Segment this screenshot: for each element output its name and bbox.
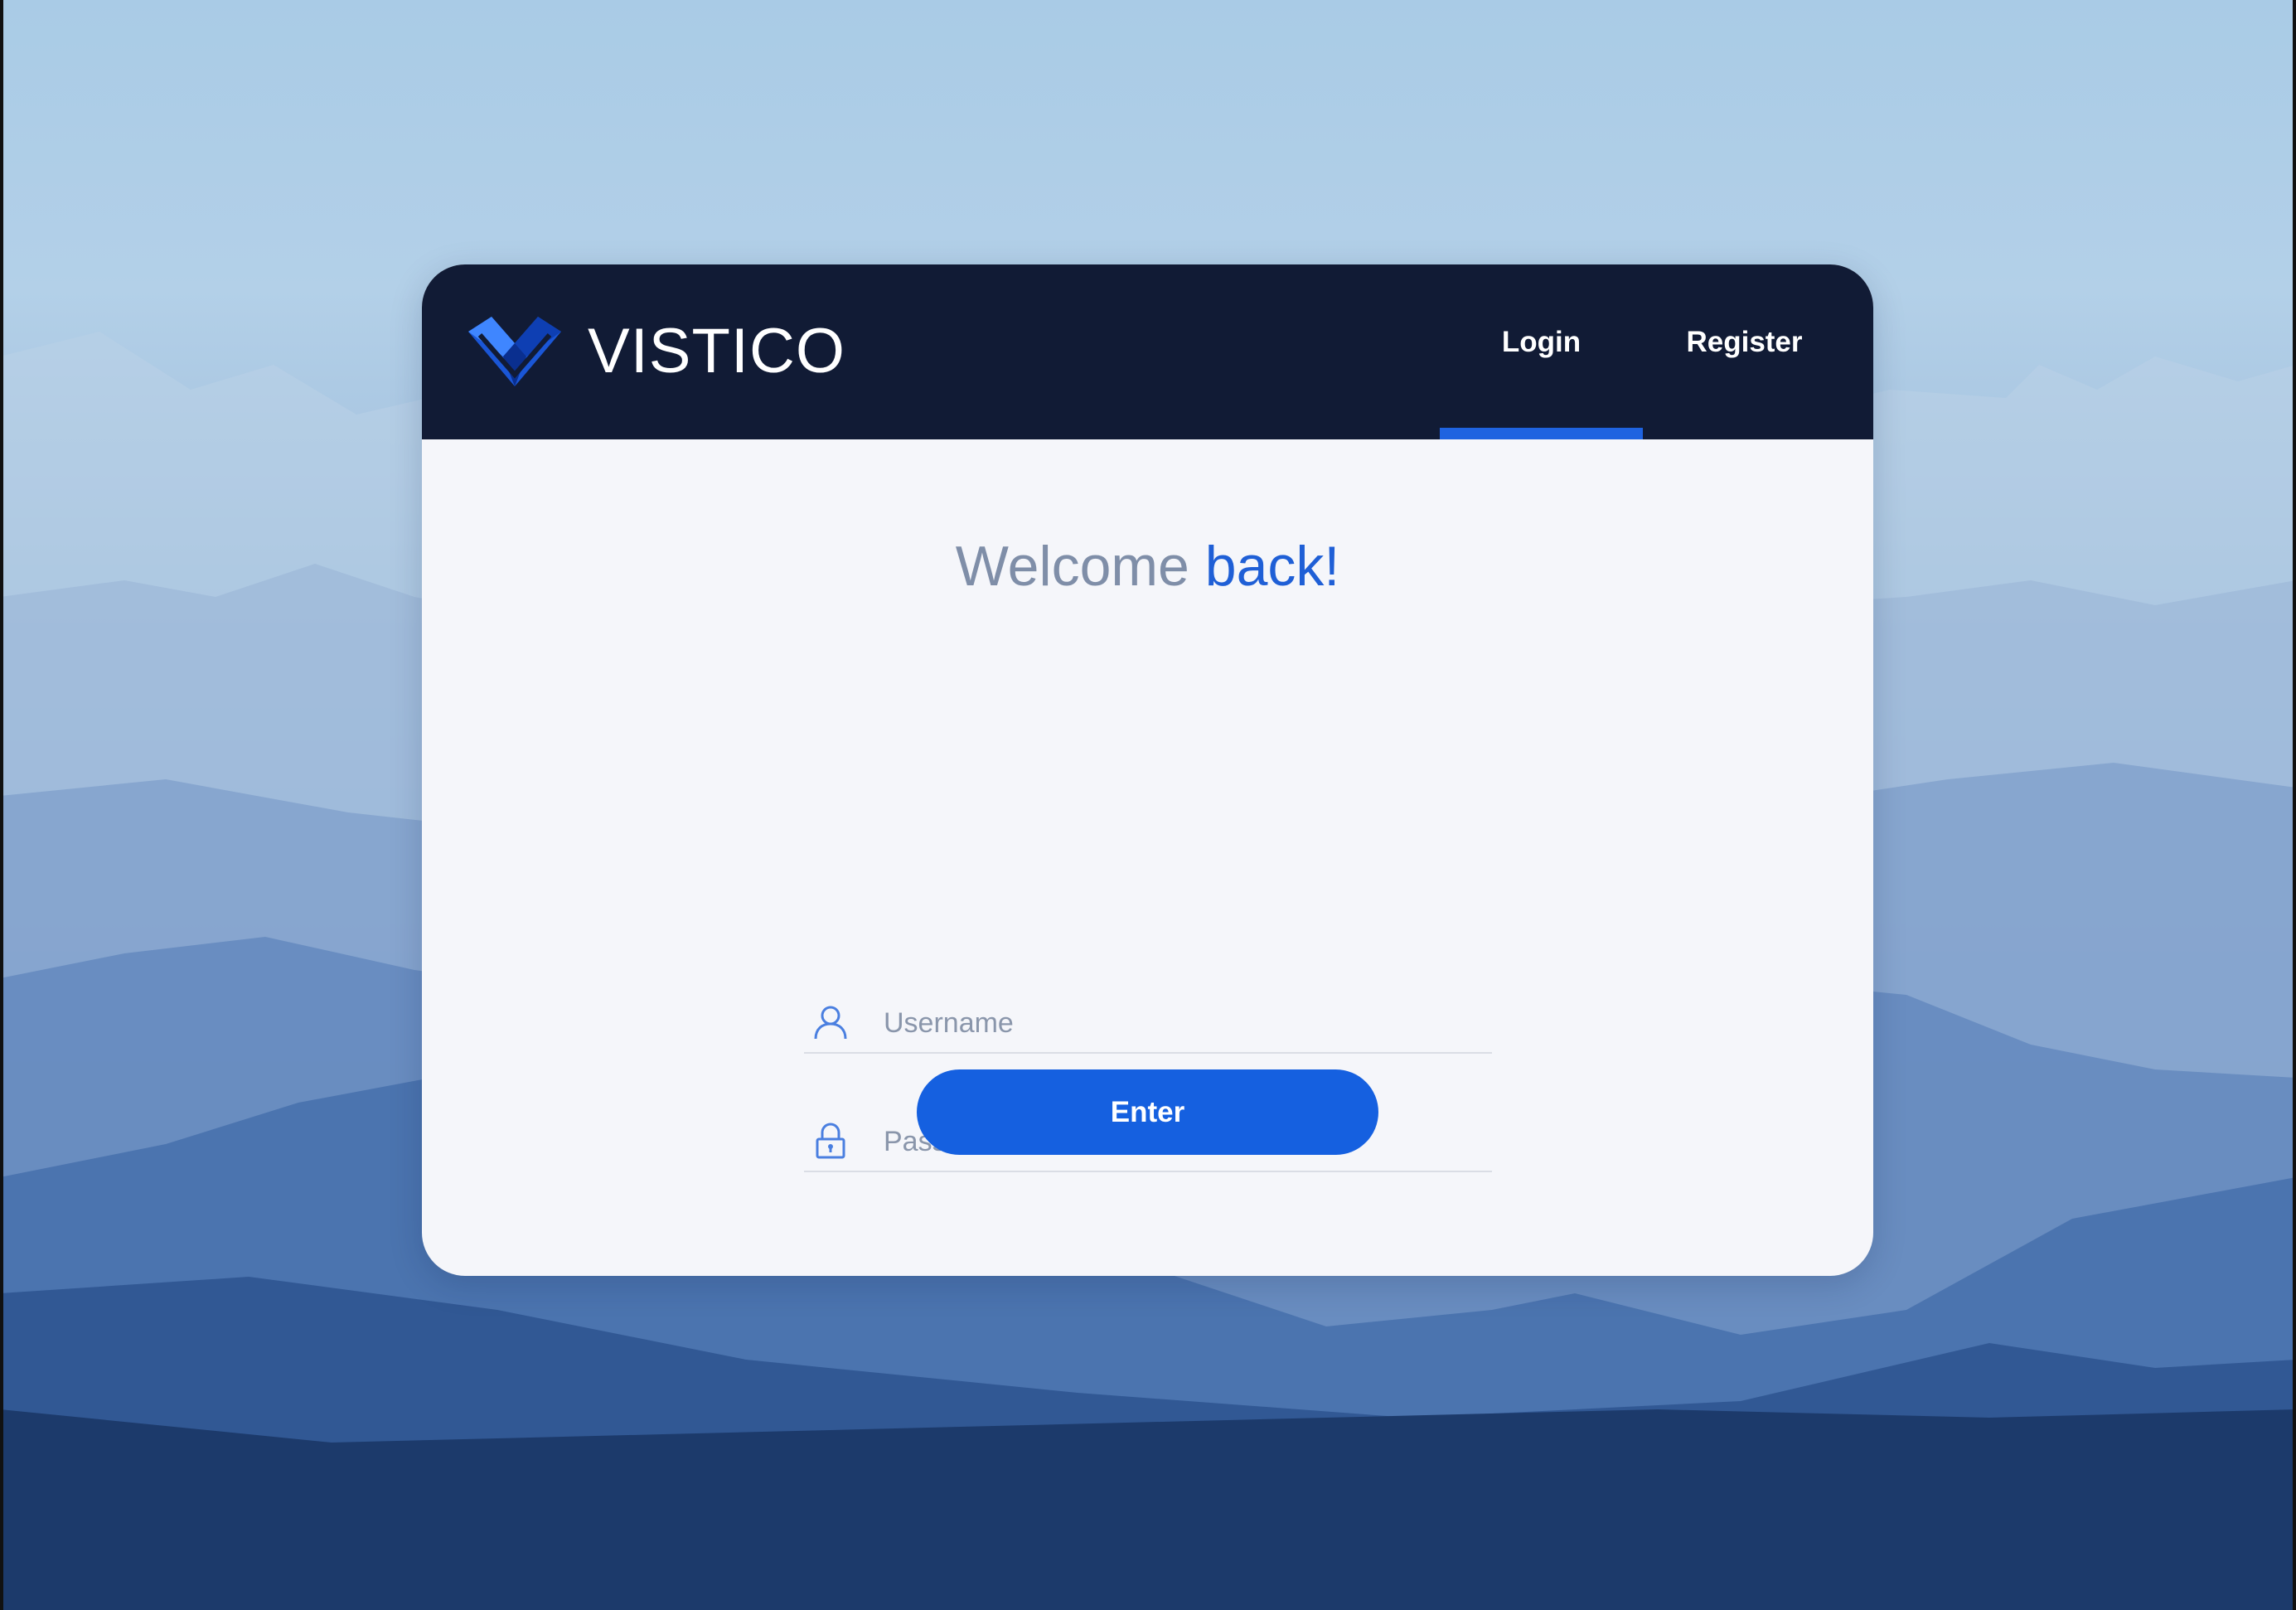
lock-icon: [816, 1123, 845, 1159]
brand-name: VISTICO: [588, 316, 846, 386]
username-field: [804, 969, 1492, 1054]
window-edge-right: [2293, 0, 2296, 1610]
user-icon: [814, 1006, 847, 1040]
active-tab-indicator: [1440, 428, 1643, 439]
welcome-heading: Welcome back!: [422, 538, 1873, 594]
welcome-text: Welcome: [955, 535, 1189, 598]
card-header: VISTICO Login Register: [422, 264, 1873, 439]
login-card: VISTICO Login Register Welcome back! Use…: [422, 264, 1873, 1276]
heart-checkmark-logo: [468, 317, 561, 386]
username-input[interactable]: [884, 1002, 1480, 1044]
tab-register[interactable]: Register: [1643, 264, 1846, 439]
enter-button[interactable]: Enter: [917, 1069, 1378, 1155]
tab-register-label: Register: [1686, 325, 1803, 358]
tab-login-label: Login: [1501, 325, 1582, 358]
tab-login[interactable]: Login: [1440, 264, 1643, 439]
login-screen: VISTICO Login Register Welcome back! Use…: [0, 0, 2296, 1610]
window-edge-left: [0, 0, 3, 1610]
welcome-accent-text: back!: [1204, 535, 1340, 598]
brand: VISTICO: [463, 306, 845, 397]
